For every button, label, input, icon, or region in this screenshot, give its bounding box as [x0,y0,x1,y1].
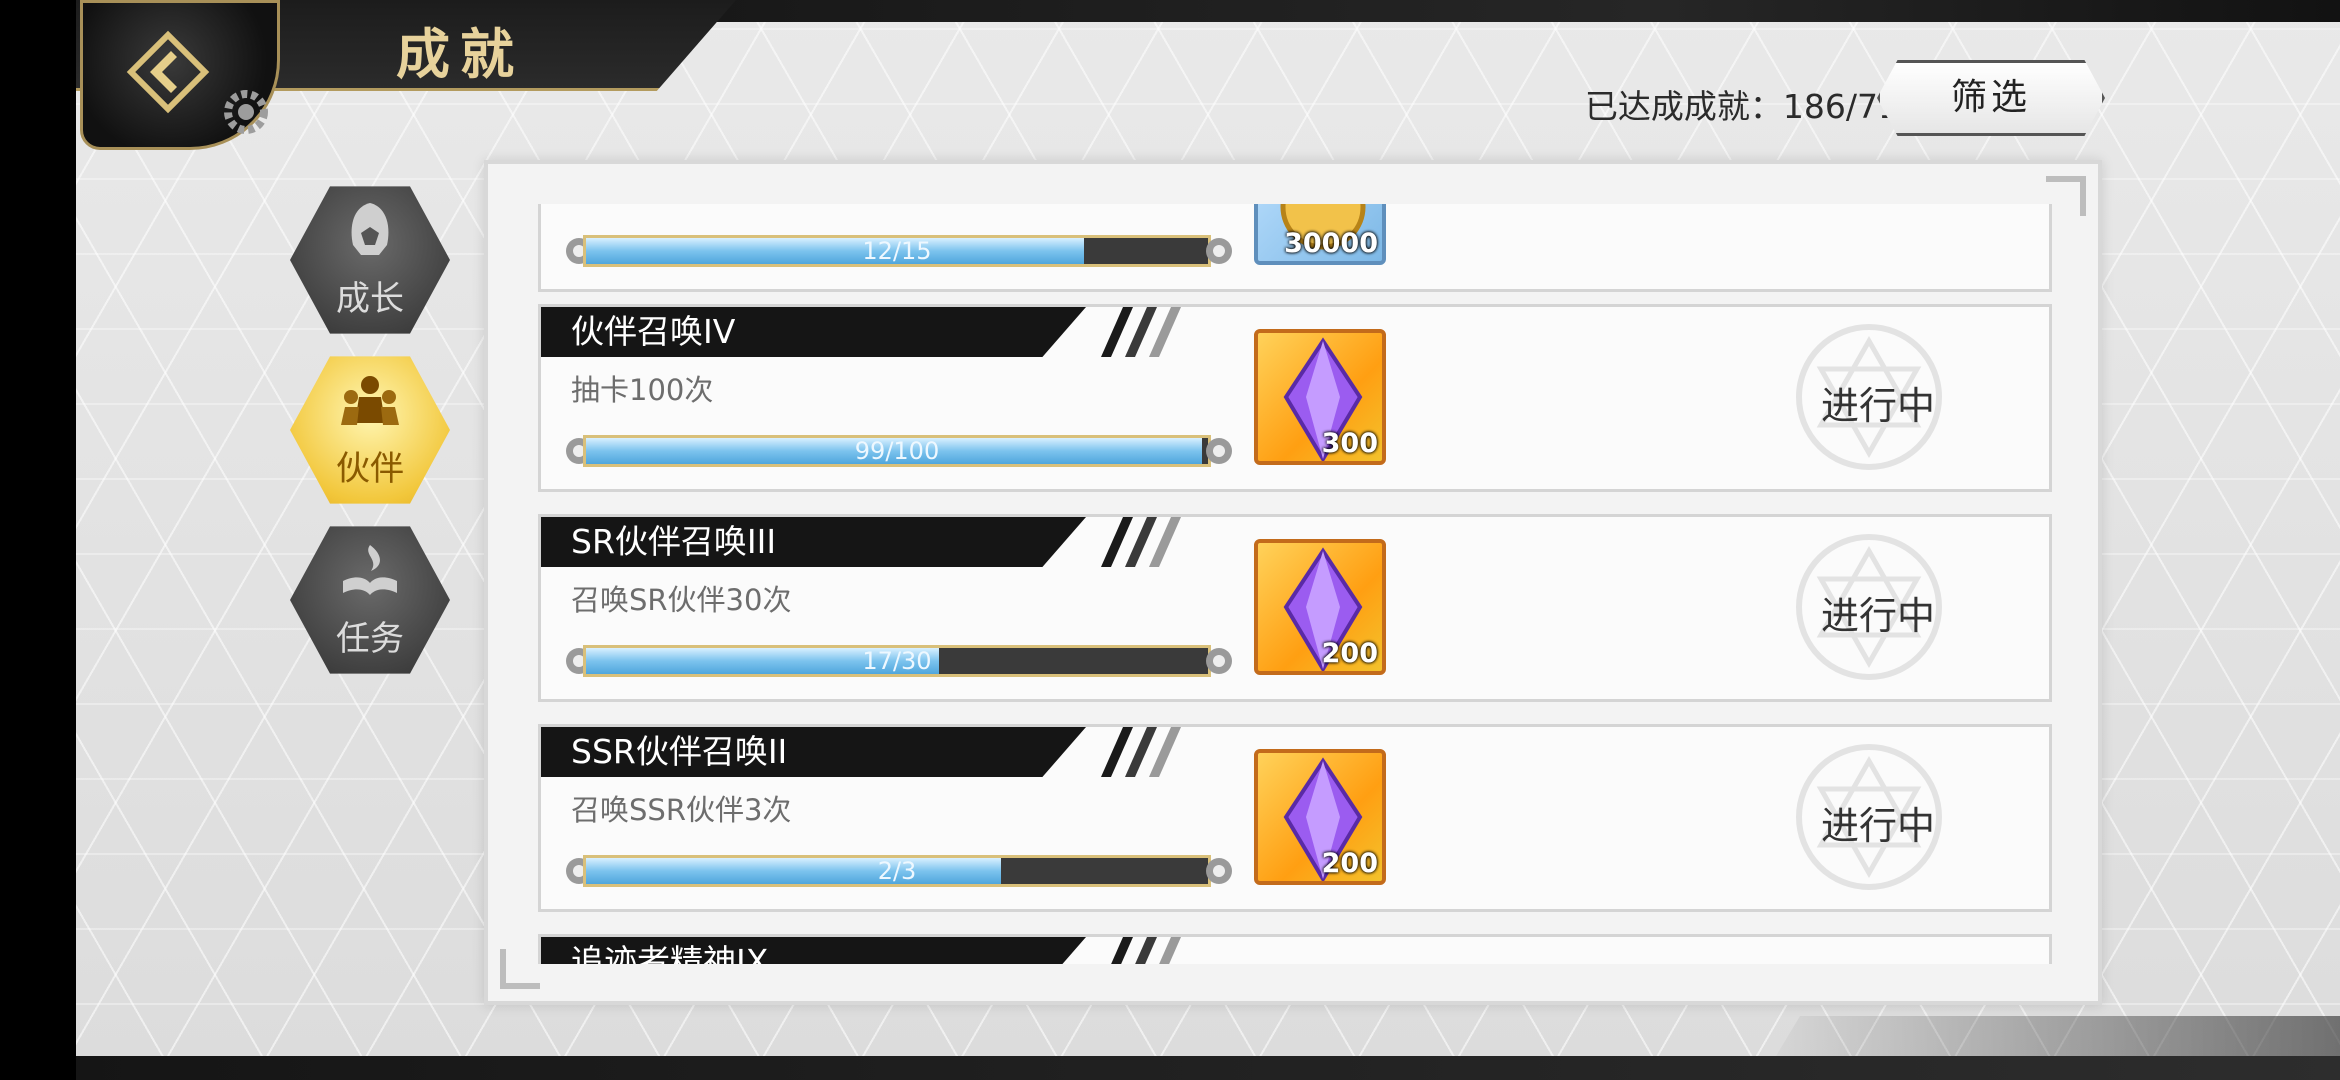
achievement-description: 召唤SSR伙伴3次 [571,793,792,827]
reward-quantity: 200 [1321,638,1378,669]
progress-text: 12/15 [862,237,932,265]
stripe-decoration [1101,517,1181,567]
reward-item[interactable]: 300 [1254,329,1386,465]
panel-corner-bottom-left [500,949,540,989]
achievement-title: 追迹者精神IX [571,942,769,964]
tab-quest[interactable]: 任务 [290,526,450,674]
flame-book-icon [343,545,397,595]
stripe-decoration [1101,307,1181,357]
filter-button[interactable]: 筛选 [1877,60,2105,136]
progress-bar: 12/15 [583,235,1211,267]
progress-cap-icon [1206,858,1232,884]
reward-item[interactable]: 200 [1254,749,1386,885]
progress-bar: 17/30 [583,645,1211,677]
progress-cap-icon [1206,648,1232,674]
achievement-card: 伙伴召唤IV 抽卡100次 99/100 300 进行中 [538,304,2052,492]
partners-group-icon [341,376,399,425]
progress-cap-icon [1206,438,1232,464]
achievement-card: SSR伙伴召唤II 召唤SSR伙伴3次 2/3 200 进行中 [538,724,2052,912]
achievement-card: SR伙伴召唤III 召唤SR伙伴30次 17/30 200 进行中 [538,514,2052,702]
tab-partner[interactable]: 伙伴 [290,356,450,504]
achievement-title: SSR伙伴召唤II [571,732,788,771]
stripe-decoration [1111,937,1181,964]
achievement-list[interactable]: 12/15 30000 伙伴召唤IV 抽卡100次 99/100 300 进行中… [538,204,2058,964]
tab-label: 成长 [336,279,404,319]
bottom-strip [76,1056,2340,1080]
achievement-count: 已达成成就：186/718 [1584,87,1920,126]
reward-quantity: 300 [1321,428,1378,459]
tab-growth[interactable]: 成长 [290,186,450,334]
achievement-description: 抽卡100次 [571,373,714,407]
progress-bar: 2/3 [583,855,1211,887]
achievement-card: 12/15 30000 [538,204,2052,292]
status-in-progress: 进行中 [1821,384,1936,428]
achievement-title: 伙伴召唤IV [571,312,736,351]
achievement-title: SR伙伴召唤III [571,522,777,561]
achievement-card: 追迹者精神IX [538,934,2052,964]
tab-label: 任务 [336,619,404,659]
progress-text: 17/30 [862,647,932,675]
progress-text: 99/100 [854,437,940,465]
reward-quantity: 200 [1321,848,1378,879]
stripe-decoration [1101,727,1181,777]
progress-text: 2/3 [877,857,917,885]
status-in-progress: 进行中 [1821,594,1936,638]
achievement-screen: 成就 已达成成就：186/718 筛选 成长 伙伴 任务 12/15 30000… [76,0,2340,1080]
reward-item[interactable]: 200 [1254,539,1386,675]
page-title: 成就 [396,22,524,86]
achievement-panel: 12/15 30000 伙伴召唤IV 抽卡100次 99/100 300 进行中… [484,160,2102,1005]
gear-decoration-icon [224,90,268,134]
reward-quantity: 30000 [1284,228,1378,259]
back-arrow-icon [126,30,210,114]
progress-bar: 99/100 [583,435,1211,467]
hooded-figure-icon [351,203,389,255]
reward-item[interactable]: 30000 [1254,204,1386,265]
tab-label: 伙伴 [336,449,404,489]
status-in-progress: 进行中 [1821,804,1936,848]
progress-cap-icon [1206,238,1232,264]
achievement-description: 召唤SR伙伴30次 [571,583,792,617]
